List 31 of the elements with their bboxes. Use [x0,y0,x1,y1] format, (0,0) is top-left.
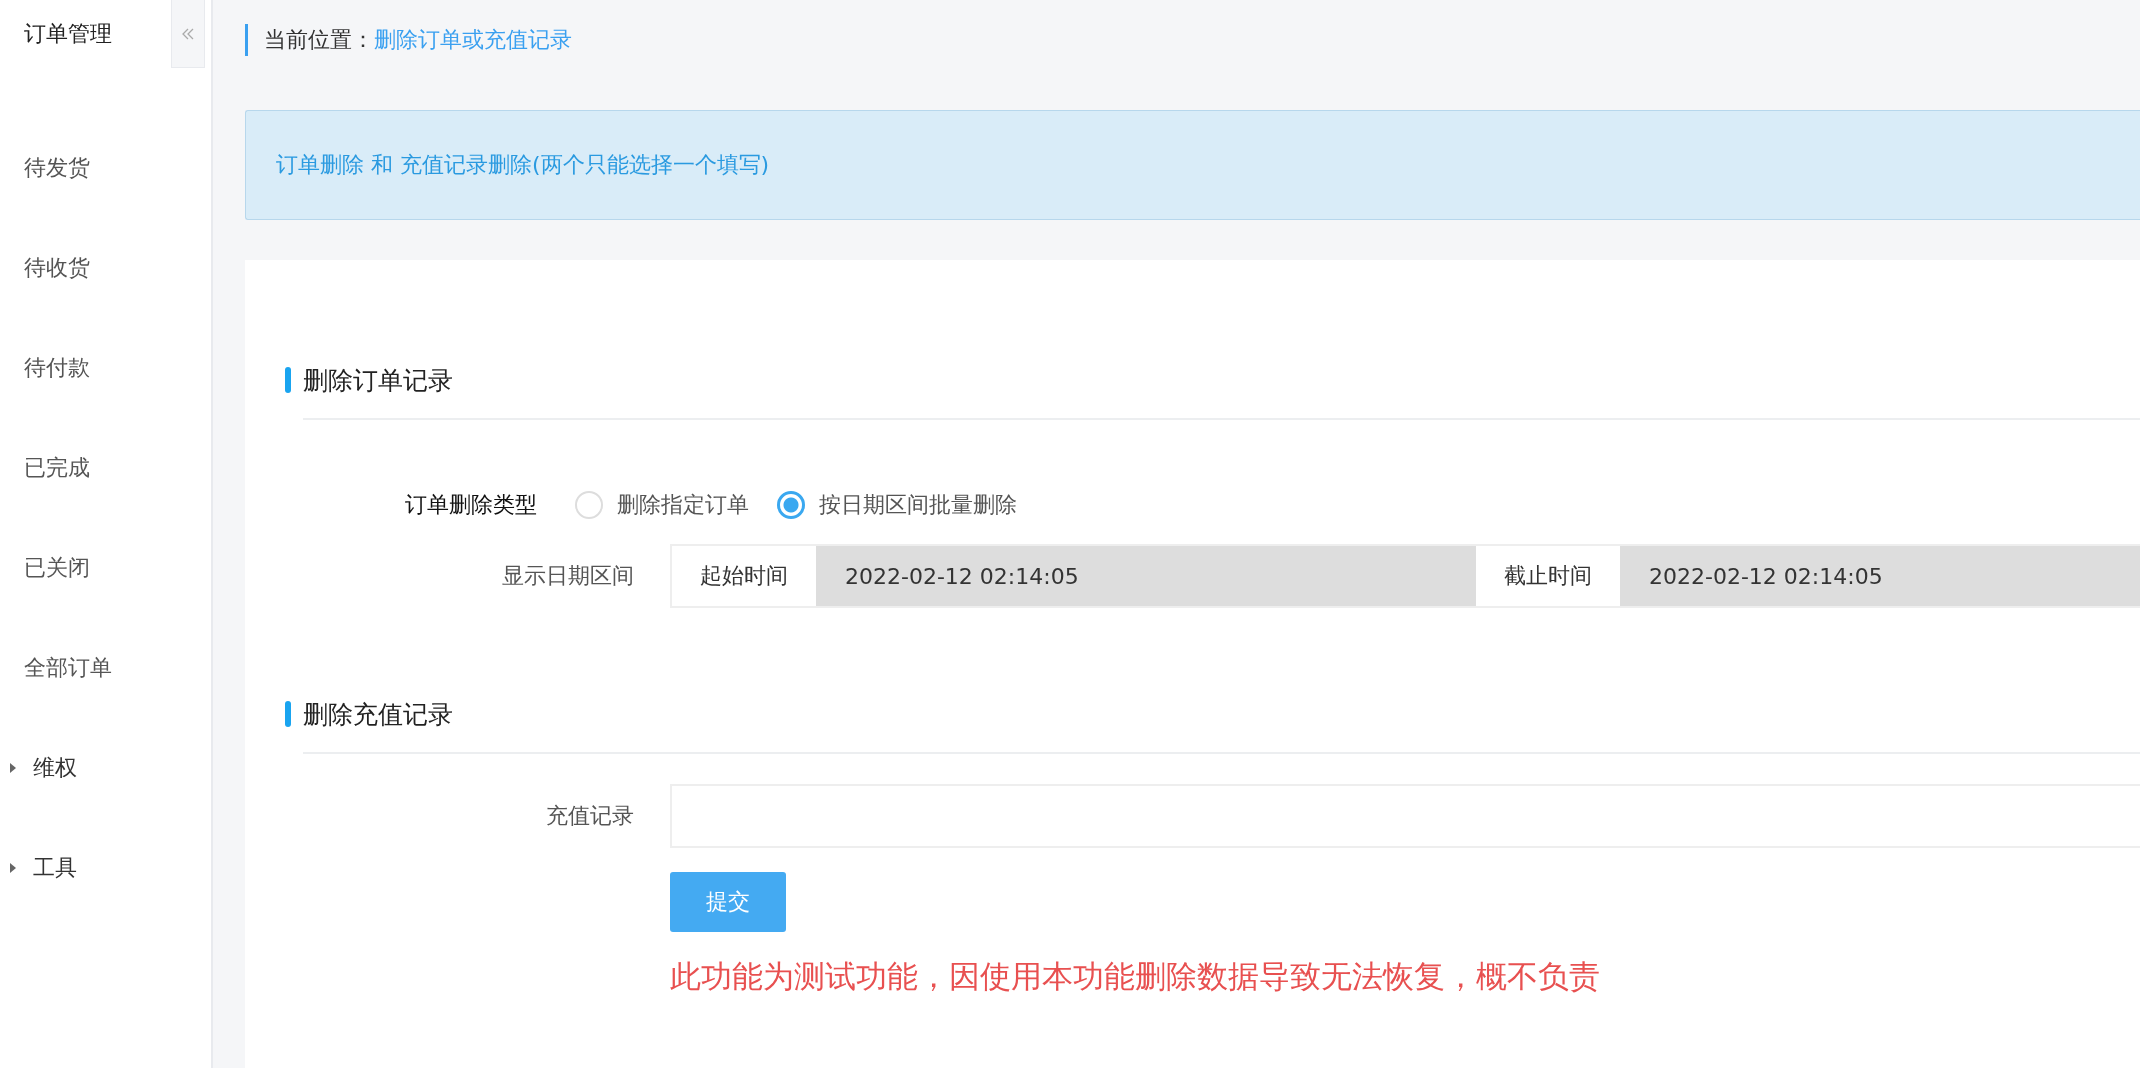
field-label: 订单删除类型 [404,491,538,519]
sidebar-group-label: 维权 [33,754,77,782]
double-chevron-left-icon [181,26,195,41]
radio-label: 删除指定订单 [617,491,749,519]
sidebar-item[interactable]: 全部订单 [0,618,211,718]
field-label: 充值记录 [545,802,635,830]
section-title: 删除订单记录 [303,364,453,397]
field-label: 显示日期区间 [501,562,635,590]
collapse-button[interactable] [171,0,205,68]
sidebar-group-label: 工具 [33,854,77,882]
radio-button[interactable] [777,491,805,519]
sidebar-group[interactable]: 工具 [0,818,211,918]
warning-text: 此功能为测试功能，因使用本功能删除数据导致无法恢复，概不负责 [670,957,1600,996]
sidebar-item[interactable]: 待收货 [0,218,211,318]
breadcrumb-label: 当前位置： [264,26,374,54]
radio-option[interactable]: 删除指定订单 [575,490,749,520]
sidebar-item[interactable]: 已完成 [0,418,211,518]
caret-icon [9,862,17,874]
section-title: 删除充值记录 [303,698,453,731]
section-marker [285,367,291,393]
sidebar-item[interactable]: 已关闭 [0,518,211,618]
breadcrumb-marker [245,24,248,56]
radio-label: 按日期区间批量删除 [819,491,1017,519]
sidebar-item[interactable]: 待付款 [0,318,211,418]
sidebar-item[interactable]: 待发货 [0,118,211,218]
sidebar-group[interactable]: 维权 [0,718,211,818]
radio-option[interactable]: 按日期区间批量删除 [777,490,1017,520]
sidebar-title: 订单管理 [23,20,113,48]
section-marker [285,701,291,727]
caret-icon [9,762,17,774]
notice-banner: 订单删除 和 充值记录删除(两个只能选择一个填写) [245,110,2140,220]
